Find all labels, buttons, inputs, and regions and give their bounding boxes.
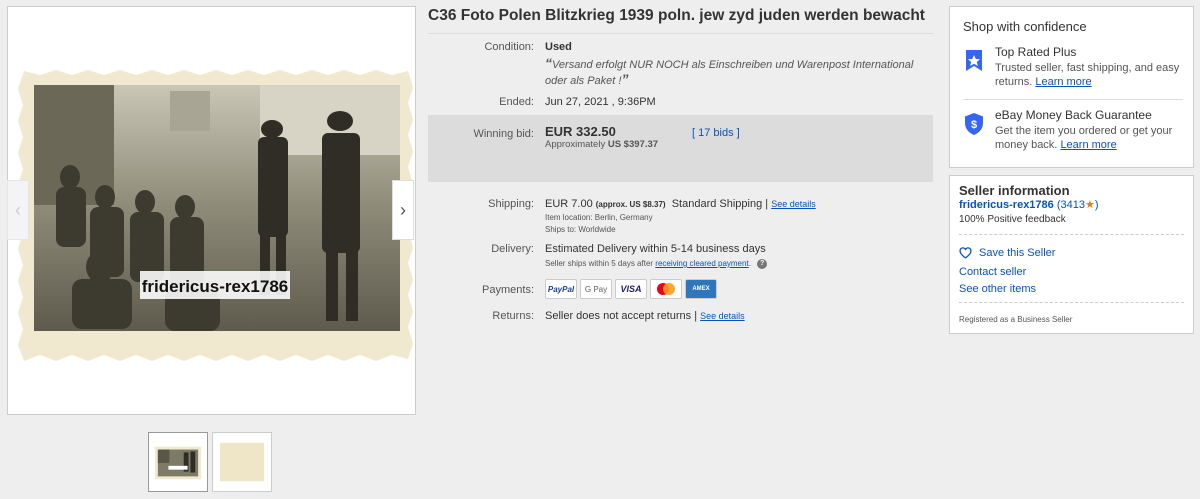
top-rated-desc: Trusted seller, fast shipping, and easy … [995, 62, 1185, 89]
returns-see-details-link[interactable]: See details [700, 311, 745, 321]
approx-label: Approximately [545, 139, 606, 150]
condition-label: Condition: [484, 41, 534, 53]
previous-image-button[interactable]: ‹ [7, 180, 29, 240]
shop-confidence-heading: Shop with confidence [963, 19, 1087, 34]
shipping-label: Shipping: [488, 198, 534, 210]
winning-bid-panel [428, 115, 933, 182]
payment-methods: PayPal G Pay VISA AMEX [545, 279, 717, 299]
delivery-value: Estimated Delivery within 5-14 business … [545, 243, 766, 255]
bid-count[interactable]: [ 17 bids ] [692, 127, 740, 139]
bid-count-link[interactable]: 17 bids [698, 127, 733, 139]
business-seller-note: Registered as a Business Seller [959, 315, 1073, 324]
mastercard-circles [657, 283, 675, 295]
contact-seller-link[interactable]: Contact seller [959, 266, 1026, 278]
shipping-approx: (approx. US $8.37) [595, 200, 666, 209]
shop-divider [963, 99, 1183, 100]
ended-value: Jun 27, 2021 , 9:36PM [545, 96, 656, 108]
top-rated-title: Top Rated Plus [995, 45, 1077, 59]
watermark-text: fridericus-rex1786 [142, 277, 288, 296]
shield-icon: $ [965, 113, 983, 135]
delivery-note-text: Seller ships within 5 days after [545, 259, 654, 268]
ships-to: Ships to: Worldwide [545, 225, 616, 234]
seller-divider-2 [959, 302, 1184, 303]
item-location: Item location: Berlin, Germany [545, 213, 653, 222]
payments-label: Payments: [482, 284, 534, 296]
amex-icon: AMEX [685, 279, 717, 299]
seller-name-link[interactable]: fridericus-rex1786 [959, 199, 1054, 211]
returns-value: Seller does not accept returns | See det… [545, 310, 745, 322]
shipping-price: EUR 7.00 [545, 198, 593, 210]
seller-name-row: fridericus-rex1786 (3413★) [959, 198, 1099, 211]
save-seller-label[interactable]: Save this Seller [979, 247, 1055, 259]
visa-icon: VISA [615, 279, 647, 299]
cleared-payment-link[interactable]: receiving cleared payment [655, 259, 748, 268]
next-image-button[interactable]: › [392, 180, 414, 240]
save-seller-button[interactable]: Save this Seller [959, 247, 1055, 259]
shipping-method: Standard Shipping [671, 198, 763, 210]
approx-bid: Approximately US $397.37 [545, 139, 658, 150]
shop-with-confidence-card: Shop with confidence Top Rated Plus Trus… [949, 6, 1194, 168]
thumbnail-photo-icon [155, 446, 201, 480]
listing-title: C36 Foto Polen Blitzkrieg 1939 poln. jew… [428, 7, 925, 24]
delivery-label: Delivery: [491, 243, 534, 255]
positive-feedback: 100% Positive feedback [959, 214, 1066, 225]
main-image-panel[interactable]: fridericus-rex1786 [7, 6, 416, 415]
thumbnail-1[interactable] [148, 432, 208, 492]
top-rated-plus: Top Rated Plus Trusted seller, fast ship… [963, 45, 1188, 95]
condition-value: Used [545, 41, 572, 53]
see-other-items-link[interactable]: See other items [959, 283, 1036, 295]
mbg-learn-more-link[interactable]: Learn more [1060, 139, 1116, 151]
listing-photo[interactable]: fridericus-rex1786 [10, 67, 417, 365]
top-rated-learn-more-link[interactable]: Learn more [1035, 76, 1091, 88]
shipping-see-details-link[interactable]: See details [771, 199, 816, 209]
mbg-desc: Get the item you ordered or get your mon… [995, 125, 1185, 152]
seller-information-card: Seller information fridericus-rex1786 (3… [949, 175, 1194, 334]
star-icon: ★ [1084, 199, 1095, 211]
info-icon[interactable]: ? [757, 258, 768, 269]
heart-icon [959, 247, 972, 259]
thumbnail-back-icon [219, 442, 265, 482]
approx-value: US $397.37 [607, 139, 659, 150]
winning-bid-value: EUR 332.50 [545, 124, 616, 139]
thumbnail-2[interactable] [212, 432, 272, 492]
returns-label: Returns: [492, 310, 534, 322]
condition-note-text: Versand erfolgt NUR NOCH als Einschreibe… [545, 59, 914, 87]
seller-info-heading: Seller information [959, 183, 1070, 198]
mastercard-icon [650, 279, 682, 299]
ended-label: Ended: [499, 96, 534, 108]
money-back-guarantee: $ eBay Money Back Guarantee Get the item… [963, 108, 1188, 158]
winning-bid-label: Winning bid: [473, 128, 534, 140]
seller-divider-1 [959, 234, 1184, 235]
delivery-note: Seller ships within 5 days after receivi… [545, 258, 768, 270]
condition-note: “Versand erfolgt NUR NOCH als Einschreib… [545, 55, 914, 87]
paypal-icon: PayPal [545, 279, 577, 299]
thumbnail-strip [148, 432, 272, 492]
chevron-right-icon: › [400, 199, 406, 220]
shipping-value: EUR 7.00 (approx. US $8.37) Standard Shi… [545, 198, 816, 210]
seller-score-close: ) [1094, 199, 1099, 211]
mbg-title: eBay Money Back Guarantee [995, 108, 1152, 122]
seller-feedback-score[interactable]: (3413 [1057, 199, 1085, 211]
returns-text: Seller does not accept returns | [545, 310, 698, 322]
svg-text:$: $ [971, 119, 977, 131]
top-rated-badge-icon [966, 50, 982, 71]
google-pay-icon: G Pay [580, 279, 612, 299]
title-divider [428, 33, 933, 34]
chevron-left-icon: ‹ [15, 199, 21, 220]
